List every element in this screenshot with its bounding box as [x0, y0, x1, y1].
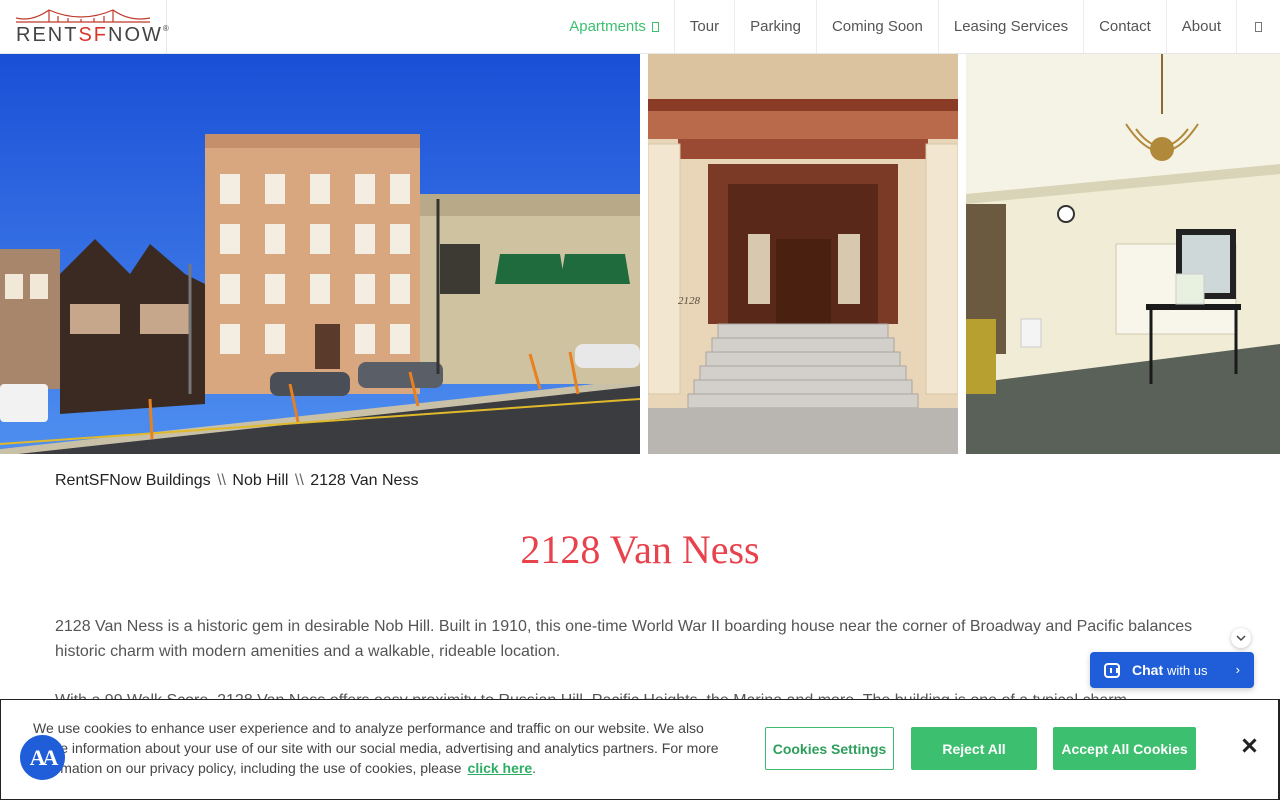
nav-contact-label: Contact	[1099, 18, 1151, 35]
chevron-down-icon	[1236, 634, 1246, 641]
search-button[interactable]	[1236, 0, 1280, 53]
photo-entrance-steps[interactable]: 2128	[648, 54, 958, 454]
accessibility-button[interactable]: AA	[20, 735, 65, 780]
logo-wordmark: RENTSFNOW®	[16, 24, 169, 47]
site-logo[interactable]: RENTSFNOW®	[0, 0, 169, 53]
photo-lobby-interior[interactable]	[966, 54, 1280, 454]
nav-tour-label: Tour	[689, 18, 720, 35]
logo-now: NOW	[108, 24, 163, 46]
nav-about[interactable]: About	[1165, 0, 1236, 53]
logo-registered-mark: ®	[162, 24, 169, 33]
nav-tour[interactable]: Tour	[673, 0, 734, 53]
chat-label-light: with us	[1167, 663, 1208, 678]
address-plaque: 2128	[678, 295, 701, 307]
chat-icon	[1104, 662, 1120, 678]
accessibility-icon: AA	[29, 744, 59, 770]
site-header: RENTSFNOW® Apartments Tour Parking Comin…	[0, 0, 1280, 54]
dropdown-icon	[651, 21, 659, 32]
chevron-right-icon: ›	[1235, 662, 1240, 677]
cookie-banner: We use cookies to enhance user experienc…	[0, 699, 1280, 800]
nav-about-label: About	[1181, 18, 1221, 35]
chat-label-bold: Chat	[1132, 662, 1164, 678]
cookie-message-suffix: .	[532, 760, 537, 776]
nav-contact[interactable]: Contact	[1083, 0, 1166, 53]
page-title: 2128 Van Ness	[520, 527, 760, 572]
cookie-message-text: We use cookies to enhance user experienc…	[33, 720, 719, 776]
nav-parking-label: Parking	[750, 18, 801, 35]
search-icon	[1255, 21, 1262, 32]
nav-apartments-label: Apartments	[569, 18, 646, 35]
accept-all-cookies-button[interactable]: Accept All Cookies	[1053, 727, 1196, 770]
logo-rent: RENT	[16, 24, 79, 46]
reject-all-button[interactable]: Reject All	[911, 727, 1037, 770]
cookie-policy-link[interactable]: click here	[468, 760, 533, 776]
breadcrumb-nob-hill[interactable]: Nob Hill	[232, 472, 288, 489]
nav-coming-soon[interactable]: Coming Soon	[815, 0, 938, 53]
nav-leasing-services[interactable]: Leasing Services	[937, 0, 1083, 53]
cookies-settings-button[interactable]: Cookies Settings	[765, 727, 894, 770]
close-icon[interactable]	[1239, 736, 1259, 756]
photo-gallery: 2128	[0, 54, 1280, 454]
chat-with-us-button[interactable]: Chat with us ›	[1090, 652, 1254, 688]
nav-coming-soon-label: Coming Soon	[831, 18, 923, 35]
building-description: 2128 Van Ness is a historic gem in desir…	[55, 618, 1193, 660]
nav-parking[interactable]: Parking	[734, 0, 816, 53]
breadcrumb-current: 2128 Van Ness	[310, 472, 419, 489]
cookie-message: We use cookies to enhance user experienc…	[33, 718, 723, 778]
chat-label: Chat with us	[1132, 662, 1207, 678]
breadcrumb-buildings[interactable]: RentSFNow Buildings	[55, 472, 211, 489]
chat-minimize-button[interactable]	[1231, 628, 1251, 648]
photo-building-exterior[interactable]	[0, 54, 640, 454]
logo-sf: SF	[78, 24, 109, 46]
nav-apartments[interactable]: Apartments	[554, 0, 674, 53]
breadcrumb-separator: \\	[217, 472, 226, 489]
main-nav: Apartments Tour Parking Coming Soon Leas…	[554, 0, 1280, 53]
nav-leasing-services-label: Leasing Services	[953, 18, 1069, 35]
breadcrumb: RentSFNow Buildings \\ Nob Hill \\ 2128 …	[55, 472, 418, 490]
breadcrumb-separator: \\	[294, 472, 304, 489]
